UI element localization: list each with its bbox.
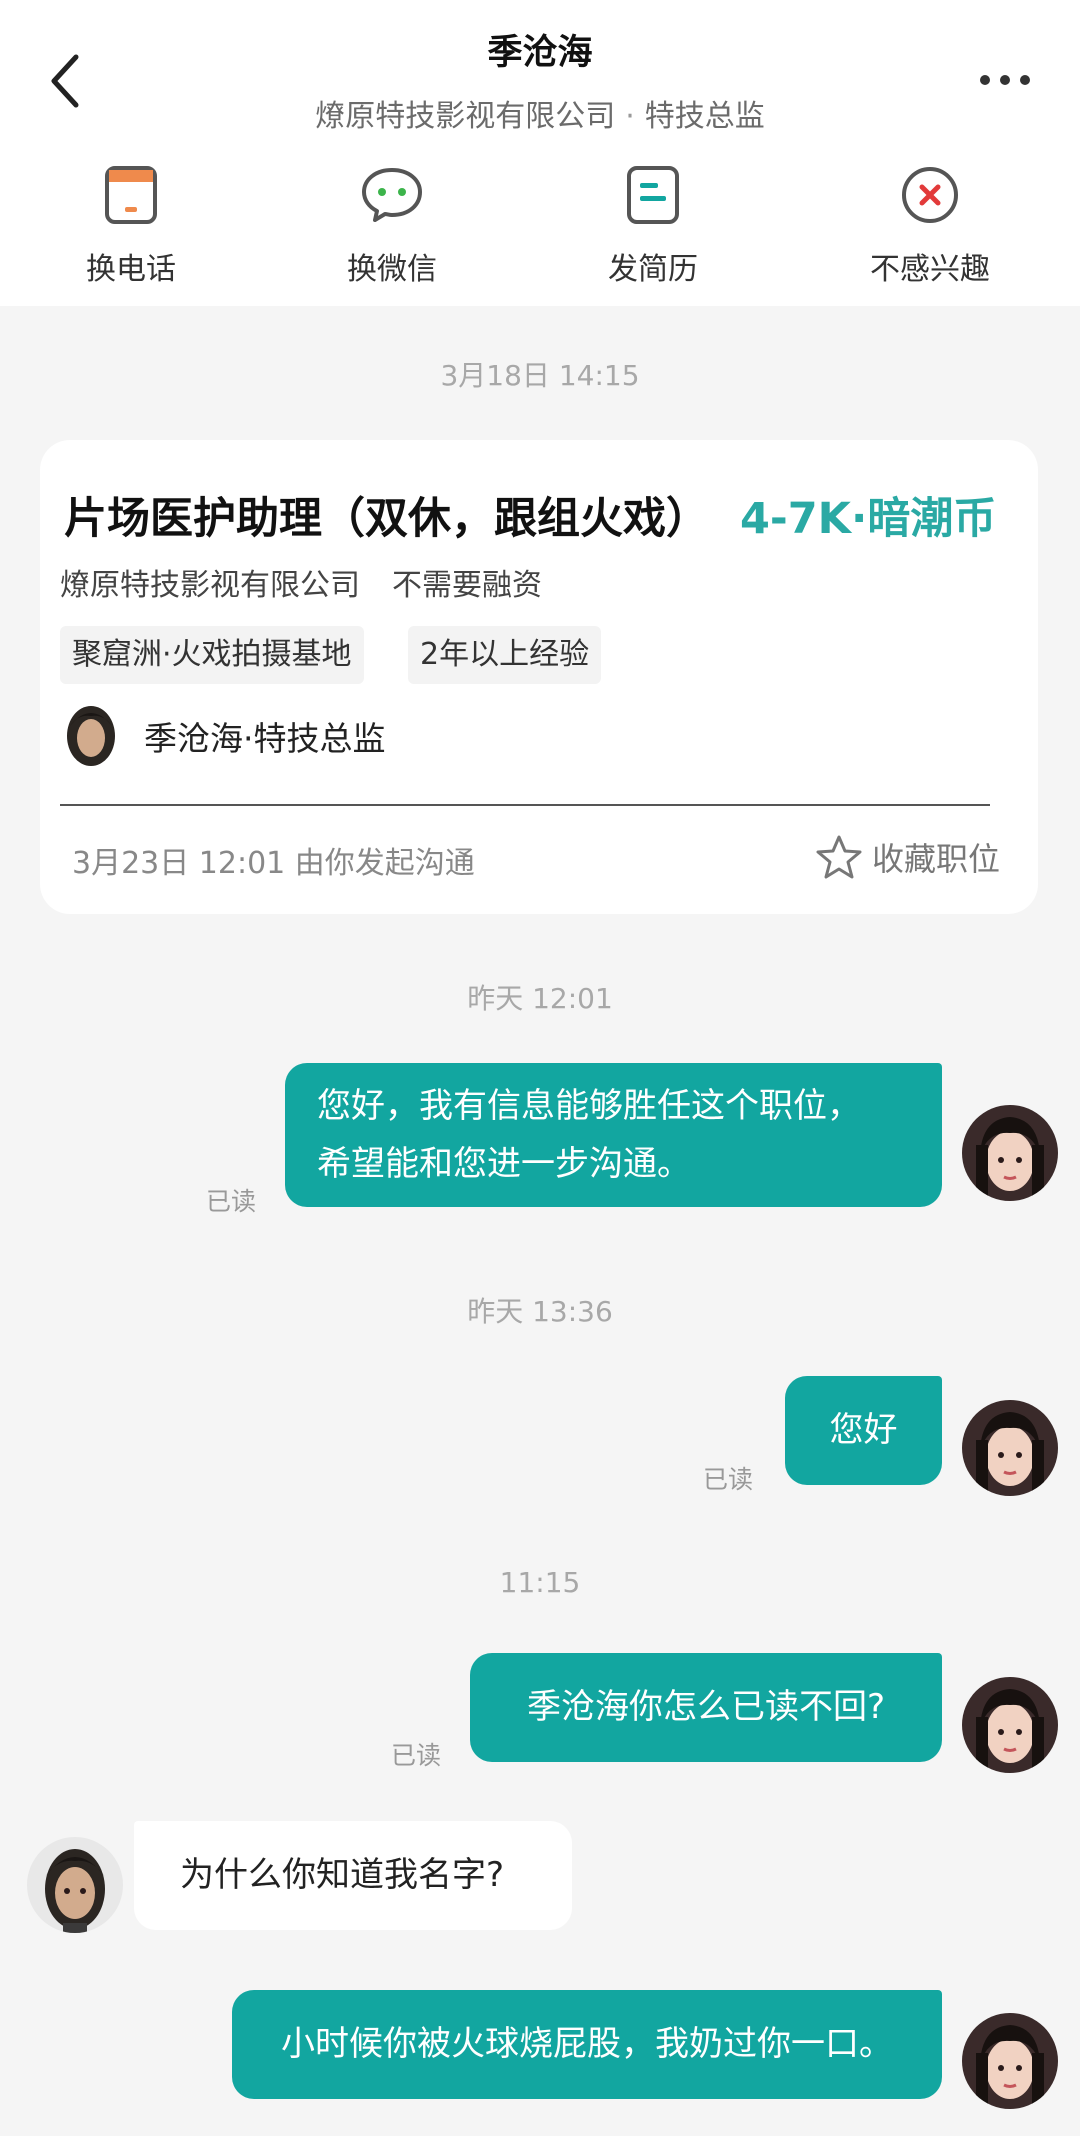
more-button[interactable]	[970, 60, 1040, 100]
star-icon	[816, 835, 862, 879]
action-not-interested[interactable]: 不感兴趣	[840, 160, 1020, 290]
phone-icon	[96, 160, 166, 230]
job-salary: 4-7K·暗潮币	[740, 494, 997, 544]
message-bubble-received[interactable]: 为什么你知道我名字?	[134, 1821, 572, 1930]
more-icon	[980, 75, 1030, 85]
action-label: 换电话	[86, 252, 176, 287]
job-tag-experience: 2年以上经验	[408, 626, 602, 684]
wechat-icon	[357, 160, 427, 230]
read-receipt: 已读	[703, 1465, 754, 1494]
message-text: 为什么你知道我名字?	[180, 1855, 505, 1895]
recruiter-avatar	[60, 696, 122, 768]
job-company: 燎原特技影视有限公司	[60, 568, 360, 603]
chat-header: 季沧海 燎原特技影视有限公司 · 特技总监 换电话 换微信 发简历 不感兴趣	[0, 0, 1080, 306]
message-bubble-sent[interactable]: 小时候你被火球烧屁股，我奶过你一口。	[232, 1990, 942, 2099]
action-label: 不感兴趣	[870, 252, 990, 287]
message-bubble-sent[interactable]: 您好，我有信息能够胜任这个职位， 希望能和您进一步沟通。	[285, 1063, 942, 1207]
read-receipt: 已读	[206, 1187, 257, 1216]
my-avatar[interactable]	[962, 1677, 1058, 1773]
job-company-line: 燎原特技影视有限公司 不需要融资	[60, 560, 542, 604]
timestamp: 昨天 13:36	[467, 1295, 613, 1328]
recruiter-chat-avatar[interactable]	[27, 1837, 123, 1933]
message-text: 季沧海你怎么已读不回?	[526, 1687, 886, 1727]
subtitle-company: 燎原特技影视有限公司	[315, 99, 616, 134]
job-tag-location: 聚窟洲·火戏拍摄基地	[60, 626, 364, 684]
recruiter-name: 季沧海·特技总监	[144, 719, 386, 758]
action-label: 换微信	[347, 252, 437, 287]
timestamp: 3月18日 14:15	[440, 359, 640, 392]
chat-start-info: 3月23日 12:01 由你发起沟通	[72, 846, 475, 881]
message-bubble-sent[interactable]: 您好	[785, 1376, 942, 1485]
page-subtitle: 燎原特技影视有限公司 · 特技总监	[0, 91, 1080, 135]
my-avatar[interactable]	[962, 2013, 1058, 2109]
message-text: 您好，我有信息能够胜任这个职位，	[317, 1086, 861, 1126]
action-label: 发简历	[608, 252, 698, 287]
job-title: 片场医护助理（双休，跟组火戏）	[64, 494, 709, 544]
my-avatar[interactable]	[962, 1105, 1058, 1201]
favorite-job-button[interactable]: 收藏职位	[816, 832, 1000, 882]
action-exchange-wechat[interactable]: 换微信	[302, 160, 482, 290]
job-financing: 不需要融资	[392, 568, 542, 603]
action-exchange-phone[interactable]: 换电话	[41, 160, 221, 290]
action-bar: 换电话 换微信 发简历 不感兴趣	[0, 160, 1080, 290]
card-divider	[60, 804, 990, 806]
page-title: 季沧海	[487, 33, 593, 73]
favorite-label: 收藏职位	[872, 840, 1001, 878]
message-text: 您好	[829, 1410, 898, 1450]
timestamp: 昨天 12:01	[467, 982, 613, 1015]
timestamp: 11:15	[499, 1566, 581, 1599]
message-bubble-sent[interactable]: 季沧海你怎么已读不回?	[470, 1653, 942, 1762]
my-avatar[interactable]	[962, 1400, 1058, 1496]
message-text: 小时候你被火球烧屁股，我奶过你一口。	[281, 2024, 893, 2064]
message-text: 希望能和您进一步沟通。	[317, 1144, 691, 1184]
not-interested-icon	[895, 160, 965, 230]
read-receipt: 已读	[391, 1741, 442, 1770]
action-send-resume[interactable]: 发简历	[563, 160, 743, 290]
subtitle-dot: ·	[625, 99, 635, 134]
resume-icon	[618, 160, 688, 230]
subtitle-position: 特技总监	[644, 99, 765, 134]
job-card[interactable]: 片场医护助理（双休，跟组火戏） 4-7K·暗潮币 燎原特技影视有限公司 不需要融资…	[40, 440, 1038, 914]
